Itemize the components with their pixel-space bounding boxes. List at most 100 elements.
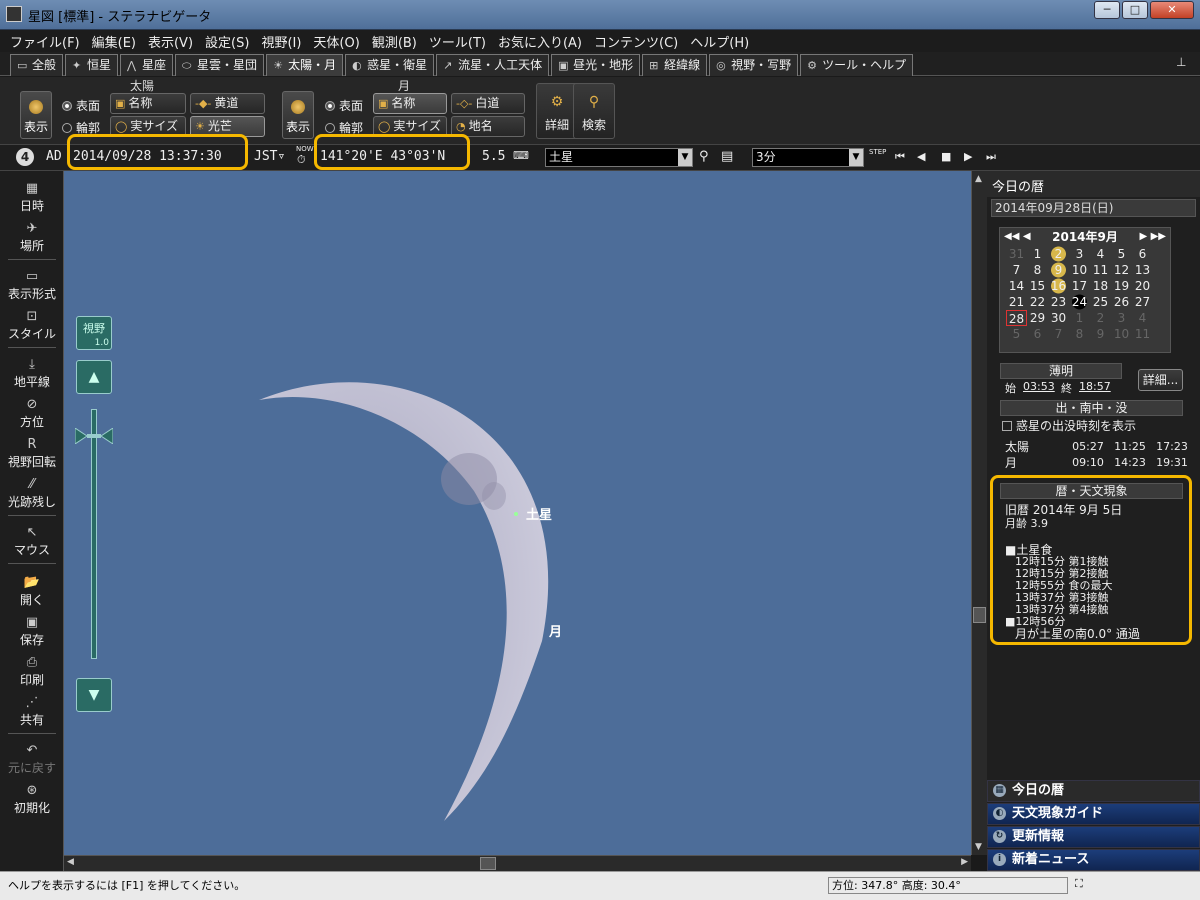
calendar-day[interactable]: 29 [1027, 310, 1048, 326]
vertical-scrollbar[interactable]: ▲ ▼ [971, 171, 987, 855]
mouse-tool[interactable]: ↖ マウス [0, 525, 64, 558]
calendar-day[interactable]: 14 [1006, 278, 1027, 294]
sun-surface-radio[interactable]: 表面 [62, 97, 100, 114]
calendar-day[interactable]: 7 [1006, 262, 1027, 278]
calendar-day[interactable]: 1 [1027, 246, 1048, 262]
calendar-day[interactable]: 30 [1048, 310, 1069, 326]
menu-settings[interactable]: 設定(S) [205, 32, 249, 51]
calendar-day[interactable]: 22 [1027, 294, 1048, 310]
menu-contents[interactable]: コンテンツ(C) [594, 32, 678, 51]
open-tool[interactable]: 📂 開く [0, 575, 64, 608]
calendar-day[interactable]: 24 [1069, 294, 1090, 310]
calendar-day[interactable]: 5 [1111, 246, 1132, 262]
calendar-day[interactable]: 6 [1027, 326, 1048, 342]
calendar-day[interactable]: 23 [1048, 294, 1069, 310]
close-button[interactable]: ✕ [1150, 1, 1194, 19]
calendar-day[interactable]: 15 [1027, 278, 1048, 294]
tab-grid[interactable]: ⊞ 経緯線 [642, 54, 708, 76]
calendar-day[interactable]: 21 [1006, 294, 1027, 310]
step-select[interactable]: 3分 ▼ [752, 148, 864, 167]
calendar-day[interactable]: 11 [1090, 262, 1111, 278]
menu-help[interactable]: ヘルプ(H) [690, 32, 749, 51]
reset-tool[interactable]: ⊛ 初期化 [0, 783, 64, 816]
calendar-day[interactable]: 19 [1111, 278, 1132, 294]
calendar-day[interactable]: 3 [1069, 246, 1090, 262]
tab-daylight[interactable]: ▣ 昼光・地形 [551, 54, 641, 76]
era-icon[interactable]: 4 [16, 148, 34, 166]
datetime-tool[interactable]: ▦ 日時 [0, 181, 64, 214]
zoom-in-button[interactable]: ▲ [76, 360, 112, 394]
horizon-tool[interactable]: ⤓ 地平線 [0, 357, 64, 390]
fov-indicator[interactable]: 視野 1.0 [76, 316, 112, 350]
nav-phenomena-guide[interactable]: ◐ 天文現象ガイド [987, 803, 1200, 825]
object-select[interactable]: 土星 ▼ [545, 148, 693, 167]
location-tool[interactable]: ✈ 場所 [0, 221, 64, 254]
nav-news[interactable]: i 新着ニュース [987, 849, 1200, 871]
scroll-left-icon[interactable]: ◀ [67, 857, 74, 867]
menu-edit[interactable]: 編集(E) [92, 32, 136, 51]
calendar-day[interactable]: 26 [1111, 294, 1132, 310]
calendar-day[interactable]: 4 [1132, 310, 1153, 326]
undo-tool[interactable]: ↶ 元に戻す [0, 743, 64, 776]
search-icon[interactable]: ⚲ [699, 149, 709, 164]
calendar-next[interactable]: ▶ ▶▶ [1139, 228, 1166, 246]
calendar-day[interactable]: 2 [1090, 310, 1111, 326]
menu-objects[interactable]: 天体(O) [313, 32, 359, 51]
zoom-slider-handle[interactable] [74, 427, 114, 445]
maximize-button[interactable]: □ [1122, 1, 1148, 19]
display-format-tool[interactable]: ▭ 表示形式 [0, 269, 64, 302]
scroll-thumb[interactable] [480, 857, 496, 870]
calendar-day[interactable]: 28 [1006, 310, 1027, 326]
zoom-out-button[interactable]: ▼ [76, 678, 112, 712]
calendar-day[interactable]: 27 [1132, 294, 1153, 310]
stop-icon[interactable]: ■ [941, 150, 951, 163]
calendar-day[interactable]: 18 [1090, 278, 1111, 294]
scroll-up-icon[interactable]: ▲ [975, 174, 982, 184]
calendar-day[interactable]: 11 [1132, 326, 1153, 342]
clock-icon[interactable]: ⏱ [297, 153, 306, 167]
rotation-tool[interactable]: R 視野回転 [0, 437, 64, 470]
magnitude-field[interactable]: 5.5 [482, 149, 505, 164]
calendar-prev[interactable]: ◀◀ ◀ [1004, 228, 1031, 246]
skip-back-icon[interactable]: ⏮ [895, 150, 905, 164]
calendar-day[interactable]: 16 [1048, 278, 1069, 294]
menu-view[interactable]: 表示(V) [148, 32, 193, 51]
nav-updates[interactable]: ↻ 更新情報 [987, 826, 1200, 848]
calendar-day[interactable]: 8 [1027, 262, 1048, 278]
skip-forward-icon[interactable]: ⏭ [986, 150, 996, 164]
trail-tool[interactable]: ⁄⁄ 光跡残し [0, 477, 64, 510]
calendar-day[interactable]: 17 [1069, 278, 1090, 294]
calendar-day[interactable]: 12 [1111, 262, 1132, 278]
moon-surface-radio[interactable]: 表面 [325, 97, 363, 114]
calendar-day[interactable]: 5 [1006, 326, 1027, 342]
scroll-right-icon[interactable]: ▶ [961, 857, 968, 867]
calendar-day[interactable]: 10 [1111, 326, 1132, 342]
calendar-day[interactable]: 31 [1006, 246, 1027, 262]
twilight-detail-button[interactable]: 詳細... [1138, 369, 1183, 391]
direction-tool[interactable]: ⊘ 方位 [0, 397, 64, 430]
tab-constellations[interactable]: ⋀ 星座 [120, 54, 174, 76]
keyboard-icon[interactable]: ⌨ [513, 149, 529, 162]
calendar-day[interactable]: 9 [1090, 326, 1111, 342]
tab-sun-moon[interactable]: ☀ 太陽・月 [266, 54, 344, 76]
calendar-day[interactable]: 3 [1111, 310, 1132, 326]
calendar-day[interactable]: 10 [1069, 262, 1090, 278]
calendar-day[interactable]: 7 [1048, 326, 1069, 342]
sun-name-toggle[interactable]: ▣ 名称 [110, 93, 186, 114]
tab-meteors[interactable]: ↗ 流星・人工天体 [436, 54, 550, 76]
nav-today-calendar[interactable]: ▦ 今日の暦 [987, 780, 1200, 802]
tab-planets[interactable]: ◐ 惑星・衛星 [345, 54, 435, 76]
tab-general[interactable]: ▭ 全般 [10, 54, 64, 76]
save-tool[interactable]: ▣ 保存 [0, 615, 64, 648]
share-tool[interactable]: ⋰ 共有 [0, 695, 64, 728]
pin-icon[interactable]: ⊥ [1176, 55, 1192, 71]
tab-tools[interactable]: ⚙ ツール・ヘルプ [800, 54, 914, 76]
app-icon[interactable] [6, 6, 22, 22]
fullscreen-icon[interactable]: ⛶ [1075, 877, 1091, 893]
calendar-day[interactable]: 2 [1048, 246, 1069, 262]
tab-nebulae[interactable]: ⬭ 星雲・星団 [175, 54, 265, 76]
list-icon[interactable]: ▤ [721, 149, 733, 164]
moon-path-toggle[interactable]: -◇- 白道 [451, 93, 525, 114]
scroll-down-icon[interactable]: ▼ [975, 842, 982, 852]
calendar-day[interactable]: 9 [1048, 262, 1069, 278]
